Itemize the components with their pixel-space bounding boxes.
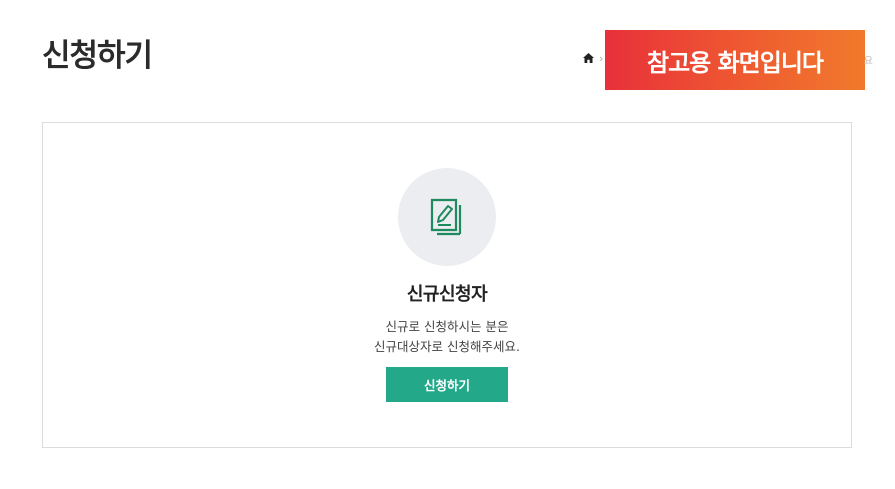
banner-text: 참고용 화면입니다 — [647, 48, 824, 77]
card-description: 신규로 신청하시는 분은 신규대상자로 신청해주세요. — [43, 317, 851, 357]
document-edit-icon — [430, 198, 462, 236]
icon-circle — [398, 168, 496, 266]
description-line-2: 신규대상자로 신청해주세요. — [374, 339, 520, 354]
banner-tail-text: 요 — [863, 56, 873, 67]
home-icon[interactable] — [582, 52, 595, 64]
new-applicant-card: 신규신청자 신규로 신청하시는 분은 신규대상자로 신청해주세요. 신청하기 — [42, 122, 852, 448]
apply-button[interactable]: 신청하기 — [386, 367, 508, 402]
page-title: 신청하기 — [42, 38, 153, 74]
page: 신청하기 › 화 참고용 화면입니다 요 신규신청자 신규로 신청하시 — [0, 0, 895, 489]
card-title: 신규신청자 — [406, 284, 488, 305]
description-line-1: 신규로 신청하시는 분은 — [385, 319, 509, 334]
reference-screen-banner: 참고용 화면입니다 — [605, 30, 865, 90]
